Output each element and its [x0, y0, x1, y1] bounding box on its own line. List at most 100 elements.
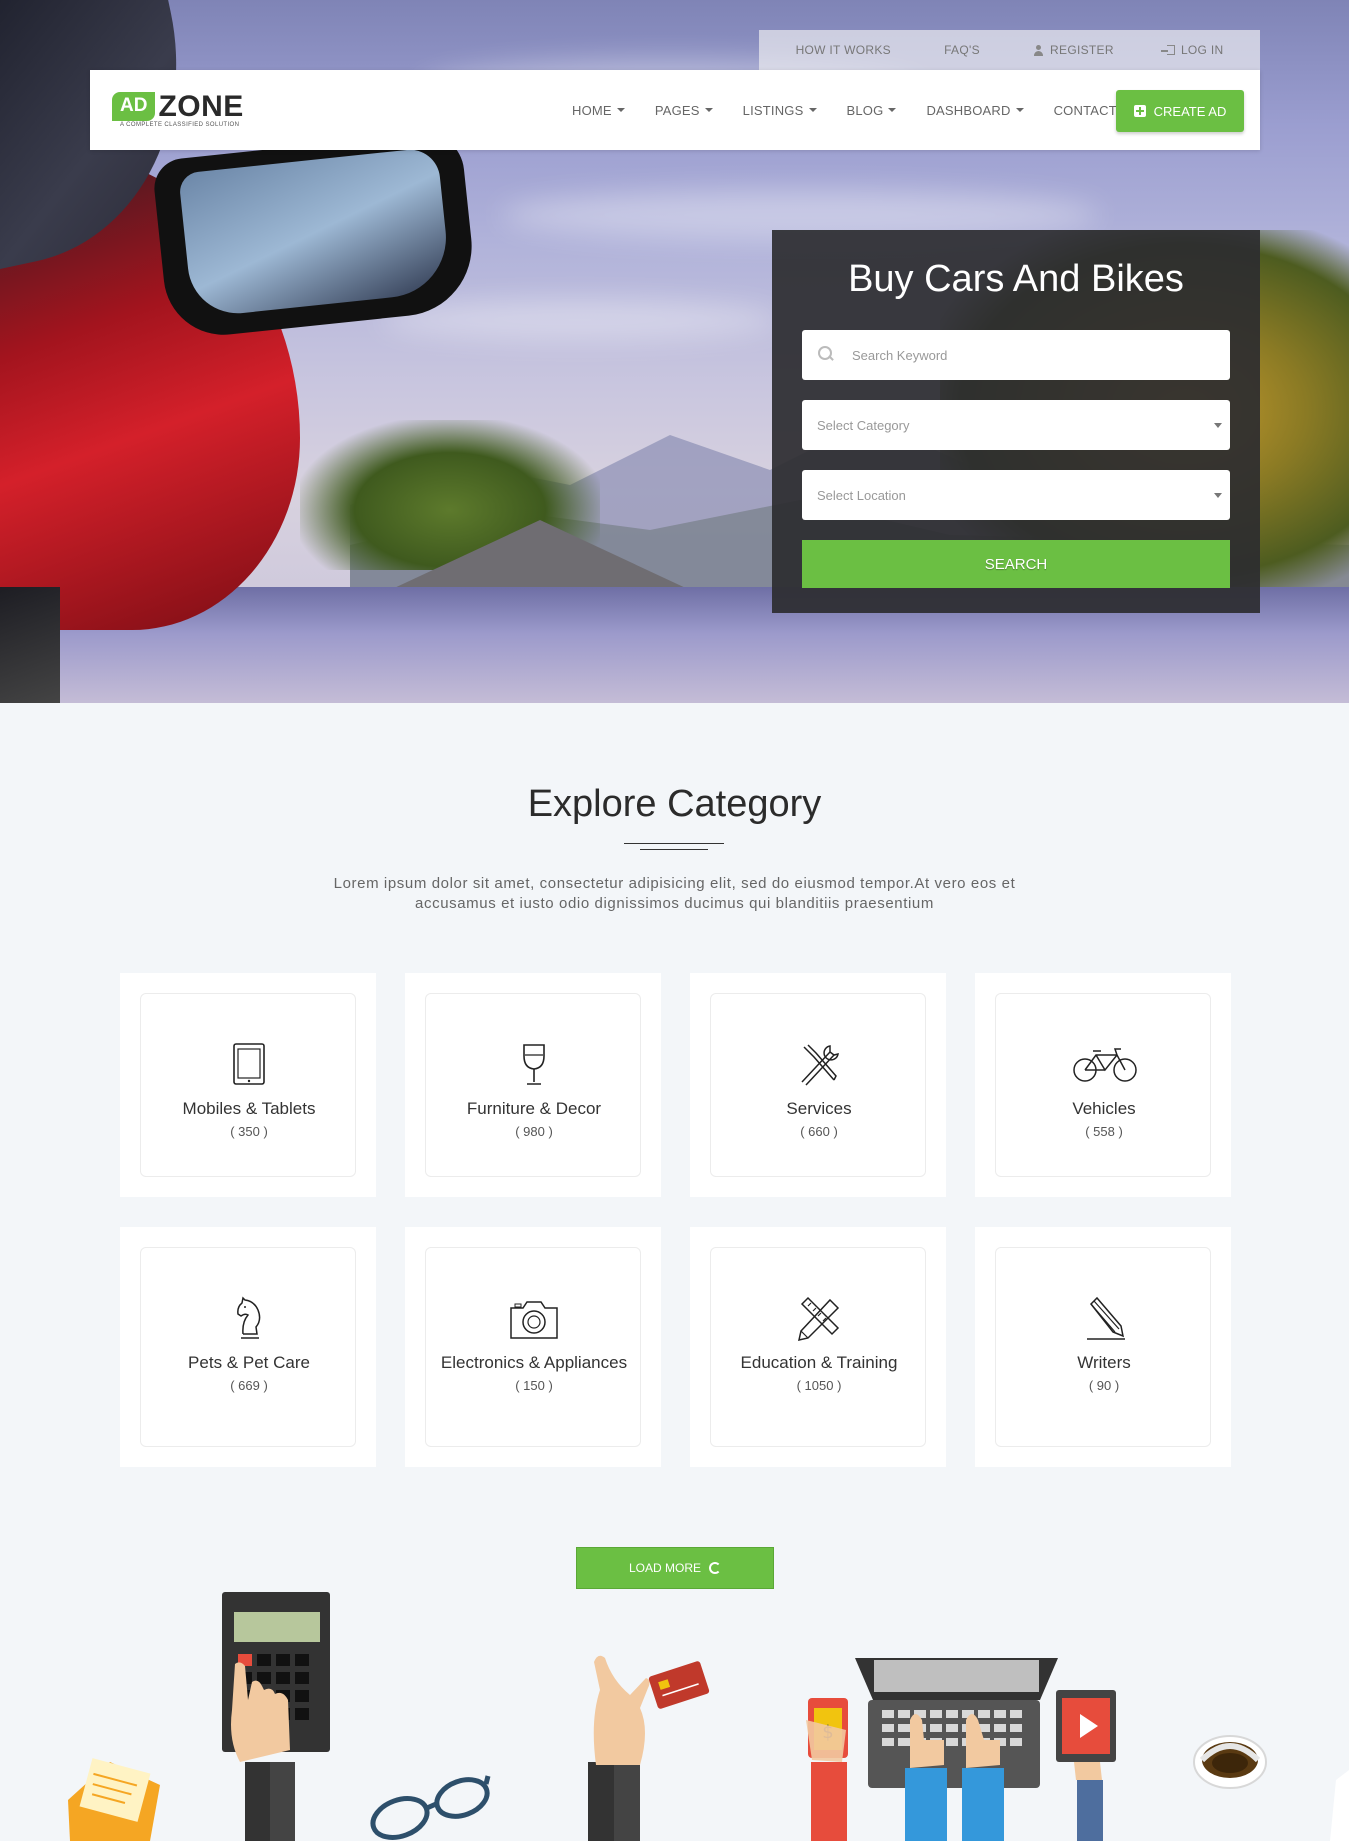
- register-link[interactable]: REGISTER: [1033, 43, 1114, 57]
- scroll-to-top-icon[interactable]: [1192, 1730, 1268, 1790]
- glasses-illustration: [370, 1775, 491, 1840]
- create-ad-button[interactable]: CREATE AD: [1116, 90, 1244, 132]
- category-placeholder: Select Category: [817, 417, 910, 433]
- pencil-ruler-icon: [798, 1296, 840, 1341]
- pencil-icon: [1087, 1296, 1125, 1340]
- sign-in-icon: [1160, 45, 1175, 55]
- nav-contact[interactable]: CONTACT: [1054, 103, 1117, 118]
- caret-down-icon: [616, 108, 625, 112]
- nav-home[interactable]: HOME: [572, 103, 625, 118]
- load-more-button[interactable]: LOAD MORE: [576, 1547, 774, 1589]
- wine-glass-icon: [523, 1044, 545, 1085]
- category-link[interactable]: Mobiles & Tablets ( 350 ): [140, 993, 356, 1177]
- footer-illustration: $: [68, 1592, 1349, 1841]
- how-it-works-link[interactable]: HOW IT WORKS: [796, 43, 891, 57]
- category-card: Furniture & Decor ( 980 ): [405, 973, 661, 1197]
- corner-shape: [1330, 1770, 1349, 1841]
- keyword-placeholder: Search Keyword: [852, 347, 948, 363]
- category-link[interactable]: Writers ( 90 ): [995, 1247, 1211, 1447]
- caret-down-icon: [888, 108, 897, 112]
- laptop-illustration: $: [806, 1658, 1116, 1841]
- category-link[interactable]: Education & Training ( 1050 ): [710, 1247, 926, 1447]
- search-icon: [818, 346, 832, 360]
- category-name: Vehicles: [1072, 1099, 1136, 1118]
- create-ad-label: CREATE AD: [1153, 103, 1227, 119]
- category-name: Writers: [1077, 1353, 1131, 1372]
- card-hand-illustration: [588, 1655, 710, 1841]
- category-card: Education & Training ( 1050 ): [690, 1227, 946, 1467]
- top-bar: HOW IT WORKS FAQ'S REGISTER LOG IN: [759, 30, 1260, 70]
- nav-dashboard-label: DASHBOARD: [926, 102, 1011, 118]
- calculator-illustration: [222, 1592, 330, 1841]
- title-divider: [624, 843, 724, 844]
- main-navbar: AD ZONE A COMPLETE CLASSIFIED SOLUTION H…: [90, 70, 1260, 150]
- category-card: Services ( 660 ): [690, 973, 946, 1197]
- car-reflection: [0, 587, 60, 703]
- category-name: Electronics & Appliances: [440, 1353, 628, 1372]
- category-link[interactable]: Vehicles ( 558 ): [995, 993, 1211, 1177]
- keyword-search-input[interactable]: Search Keyword: [802, 330, 1230, 380]
- nav-listings-label: LISTINGS: [742, 102, 804, 118]
- nav-menu: HOME PAGES LISTINGS BLOG DASHBOARD CONTA…: [572, 70, 1147, 150]
- category-card: Mobiles & Tablets ( 350 ): [120, 973, 376, 1197]
- category-link[interactable]: Electronics & Appliances ( 150 ): [425, 1247, 641, 1447]
- login-label: LOG IN: [1180, 43, 1224, 57]
- category-card: Writers ( 90 ): [975, 1227, 1231, 1467]
- category-name: Furniture & Decor: [466, 1099, 602, 1118]
- logo[interactable]: AD ZONE A COMPLETE CLASSIFIED SOLUTION: [112, 89, 244, 128]
- nav-dashboard[interactable]: DASHBOARD: [926, 102, 1024, 118]
- nav-home-label: HOME: [572, 102, 612, 118]
- search-button[interactable]: SEARCH: [802, 540, 1230, 588]
- category-card: Electronics & Appliances ( 150 ): [405, 1227, 661, 1467]
- category-count: ( 669 ): [230, 1378, 268, 1393]
- faqs-link[interactable]: FAQ'S: [944, 43, 980, 57]
- category-link[interactable]: Services ( 660 ): [710, 993, 926, 1177]
- category-name: Mobiles & Tablets: [182, 1099, 316, 1118]
- category-count: ( 660 ): [800, 1124, 838, 1139]
- cloud: [380, 300, 780, 340]
- category-count: ( 350 ): [230, 1124, 268, 1139]
- caret-down-icon: [808, 108, 817, 112]
- category-name: Services: [786, 1099, 852, 1118]
- register-label: REGISTER: [1050, 43, 1114, 57]
- location-placeholder: Select Location: [817, 487, 906, 503]
- road: [390, 520, 690, 590]
- caret-down-icon: [1015, 108, 1024, 112]
- envelope-illustration: [68, 1758, 160, 1841]
- category-count: ( 558 ): [1085, 1124, 1123, 1139]
- category-card: Vehicles ( 558 ): [975, 973, 1231, 1197]
- search-panel: Buy Cars And Bikes Search Keyword Select…: [772, 230, 1260, 613]
- category-count: ( 90 ): [1088, 1378, 1120, 1393]
- how-it-works-label: HOW IT WORKS: [795, 43, 891, 57]
- category-link[interactable]: Pets & Pet Care ( 669 ): [140, 1247, 356, 1447]
- plus-square-icon: [1133, 105, 1146, 117]
- category-card: Pets & Pet Care ( 669 ): [120, 1227, 376, 1467]
- faqs-label: FAQ'S: [944, 43, 980, 57]
- chess-knight-icon: [237, 1296, 261, 1339]
- camera-icon: [510, 1301, 558, 1339]
- logo-ad: AD: [112, 92, 156, 121]
- nav-pages-label: PAGES: [654, 102, 700, 118]
- logo-tagline: A COMPLETE CLASSIFIED SOLUTION: [120, 122, 240, 128]
- category-link[interactable]: Furniture & Decor ( 980 ): [425, 993, 641, 1177]
- title-divider: [640, 849, 708, 850]
- login-link[interactable]: LOG IN: [1160, 43, 1224, 57]
- nav-blog[interactable]: BLOG: [847, 103, 897, 118]
- category-count: ( 150 ): [515, 1378, 553, 1393]
- bicycle-icon: [1073, 1048, 1137, 1082]
- location-select[interactable]: Select Location: [802, 470, 1230, 520]
- nav-pages[interactable]: PAGES: [655, 103, 713, 118]
- search-title: Buy Cars And Bikes: [848, 258, 1184, 300]
- caret-down-icon: [1214, 423, 1222, 428]
- category-count: ( 1050 ): [796, 1378, 842, 1393]
- nav-blog-label: BLOG: [846, 102, 884, 118]
- load-more-label: LOAD MORE: [628, 1561, 701, 1575]
- category-name: Pets & Pet Care: [188, 1353, 310, 1372]
- logo-zone: ZONE: [158, 89, 244, 123]
- explore-title: Explore Category: [527, 783, 822, 825]
- caret-down-icon: [704, 108, 713, 112]
- nav-listings[interactable]: LISTINGS: [743, 103, 817, 118]
- caret-down-icon: [1214, 493, 1222, 498]
- category-count: ( 980 ): [515, 1124, 553, 1139]
- category-select[interactable]: Select Category: [802, 400, 1230, 450]
